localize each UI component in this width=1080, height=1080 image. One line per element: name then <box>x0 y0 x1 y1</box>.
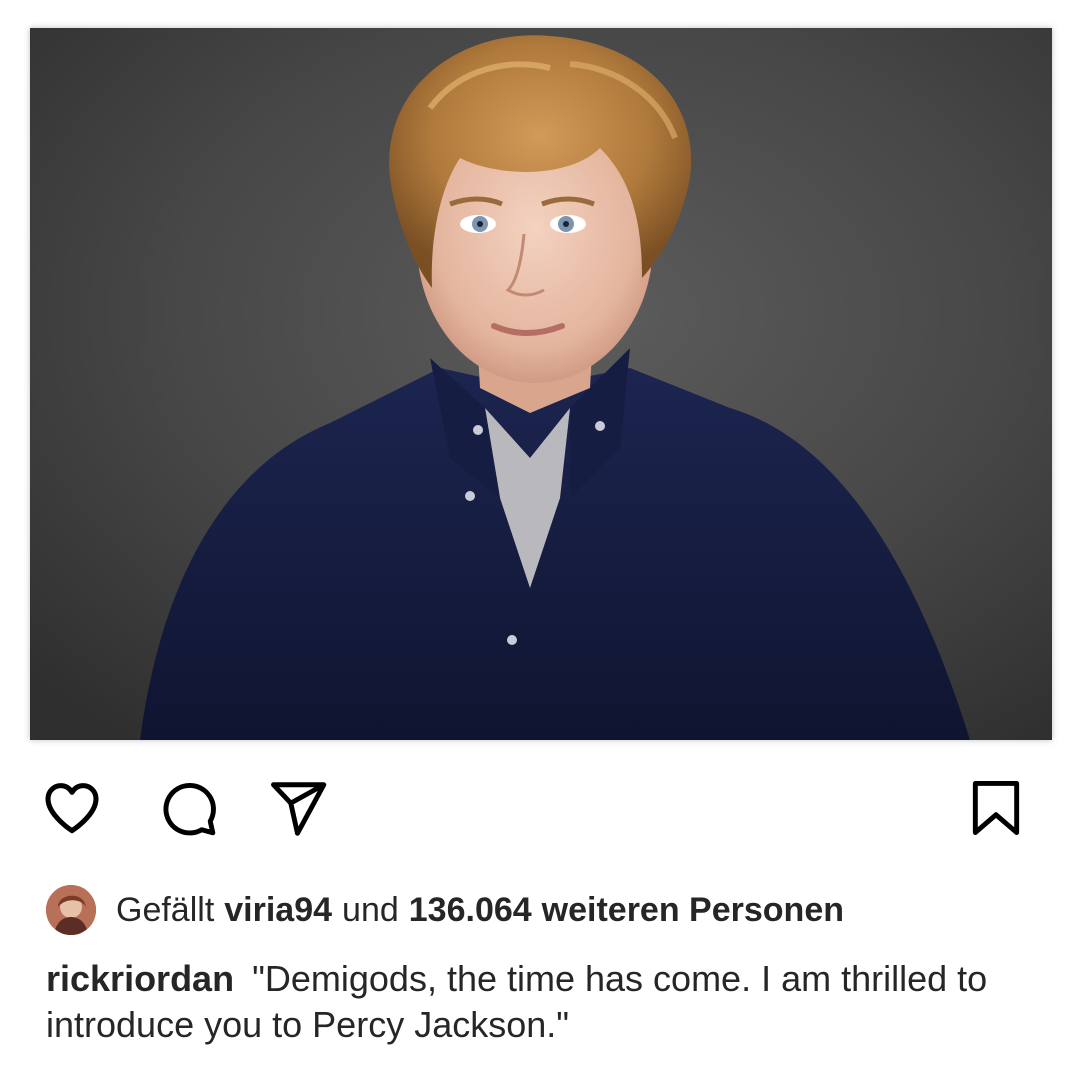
post-caption: rickriordan "Demigods, the time has come… <box>46 956 1046 1048</box>
likes-prefix: Gefällt <box>116 890 215 929</box>
bookmark-icon <box>972 781 1020 835</box>
heart-icon <box>45 783 99 834</box>
liker-username[interactable]: viria94 <box>224 891 332 930</box>
comment-button[interactable] <box>152 772 224 844</box>
like-button[interactable] <box>36 772 108 844</box>
likes-count[interactable]: 136.064 <box>409 891 532 930</box>
instagram-post: Gefällt viria94 und 136.064 weiteren Per… <box>0 0 1080 1080</box>
portrait-illustration <box>30 28 1052 740</box>
caption-username[interactable]: rickriordan <box>46 958 234 999</box>
post-photo[interactable] <box>30 28 1052 740</box>
post-action-bar <box>0 772 1080 844</box>
likes-connector: und <box>342 890 399 929</box>
share-button[interactable] <box>262 772 334 844</box>
paper-plane-icon <box>271 782 327 836</box>
likes-suffix[interactable]: weiteren Personen <box>542 891 844 930</box>
liker-avatar[interactable] <box>46 885 96 935</box>
save-button[interactable] <box>960 772 1032 844</box>
likes-summary[interactable]: Gefällt viria94 und 136.064 weiteren Per… <box>46 882 844 938</box>
comment-bubble-icon <box>163 783 216 836</box>
avatar-image <box>46 885 96 935</box>
